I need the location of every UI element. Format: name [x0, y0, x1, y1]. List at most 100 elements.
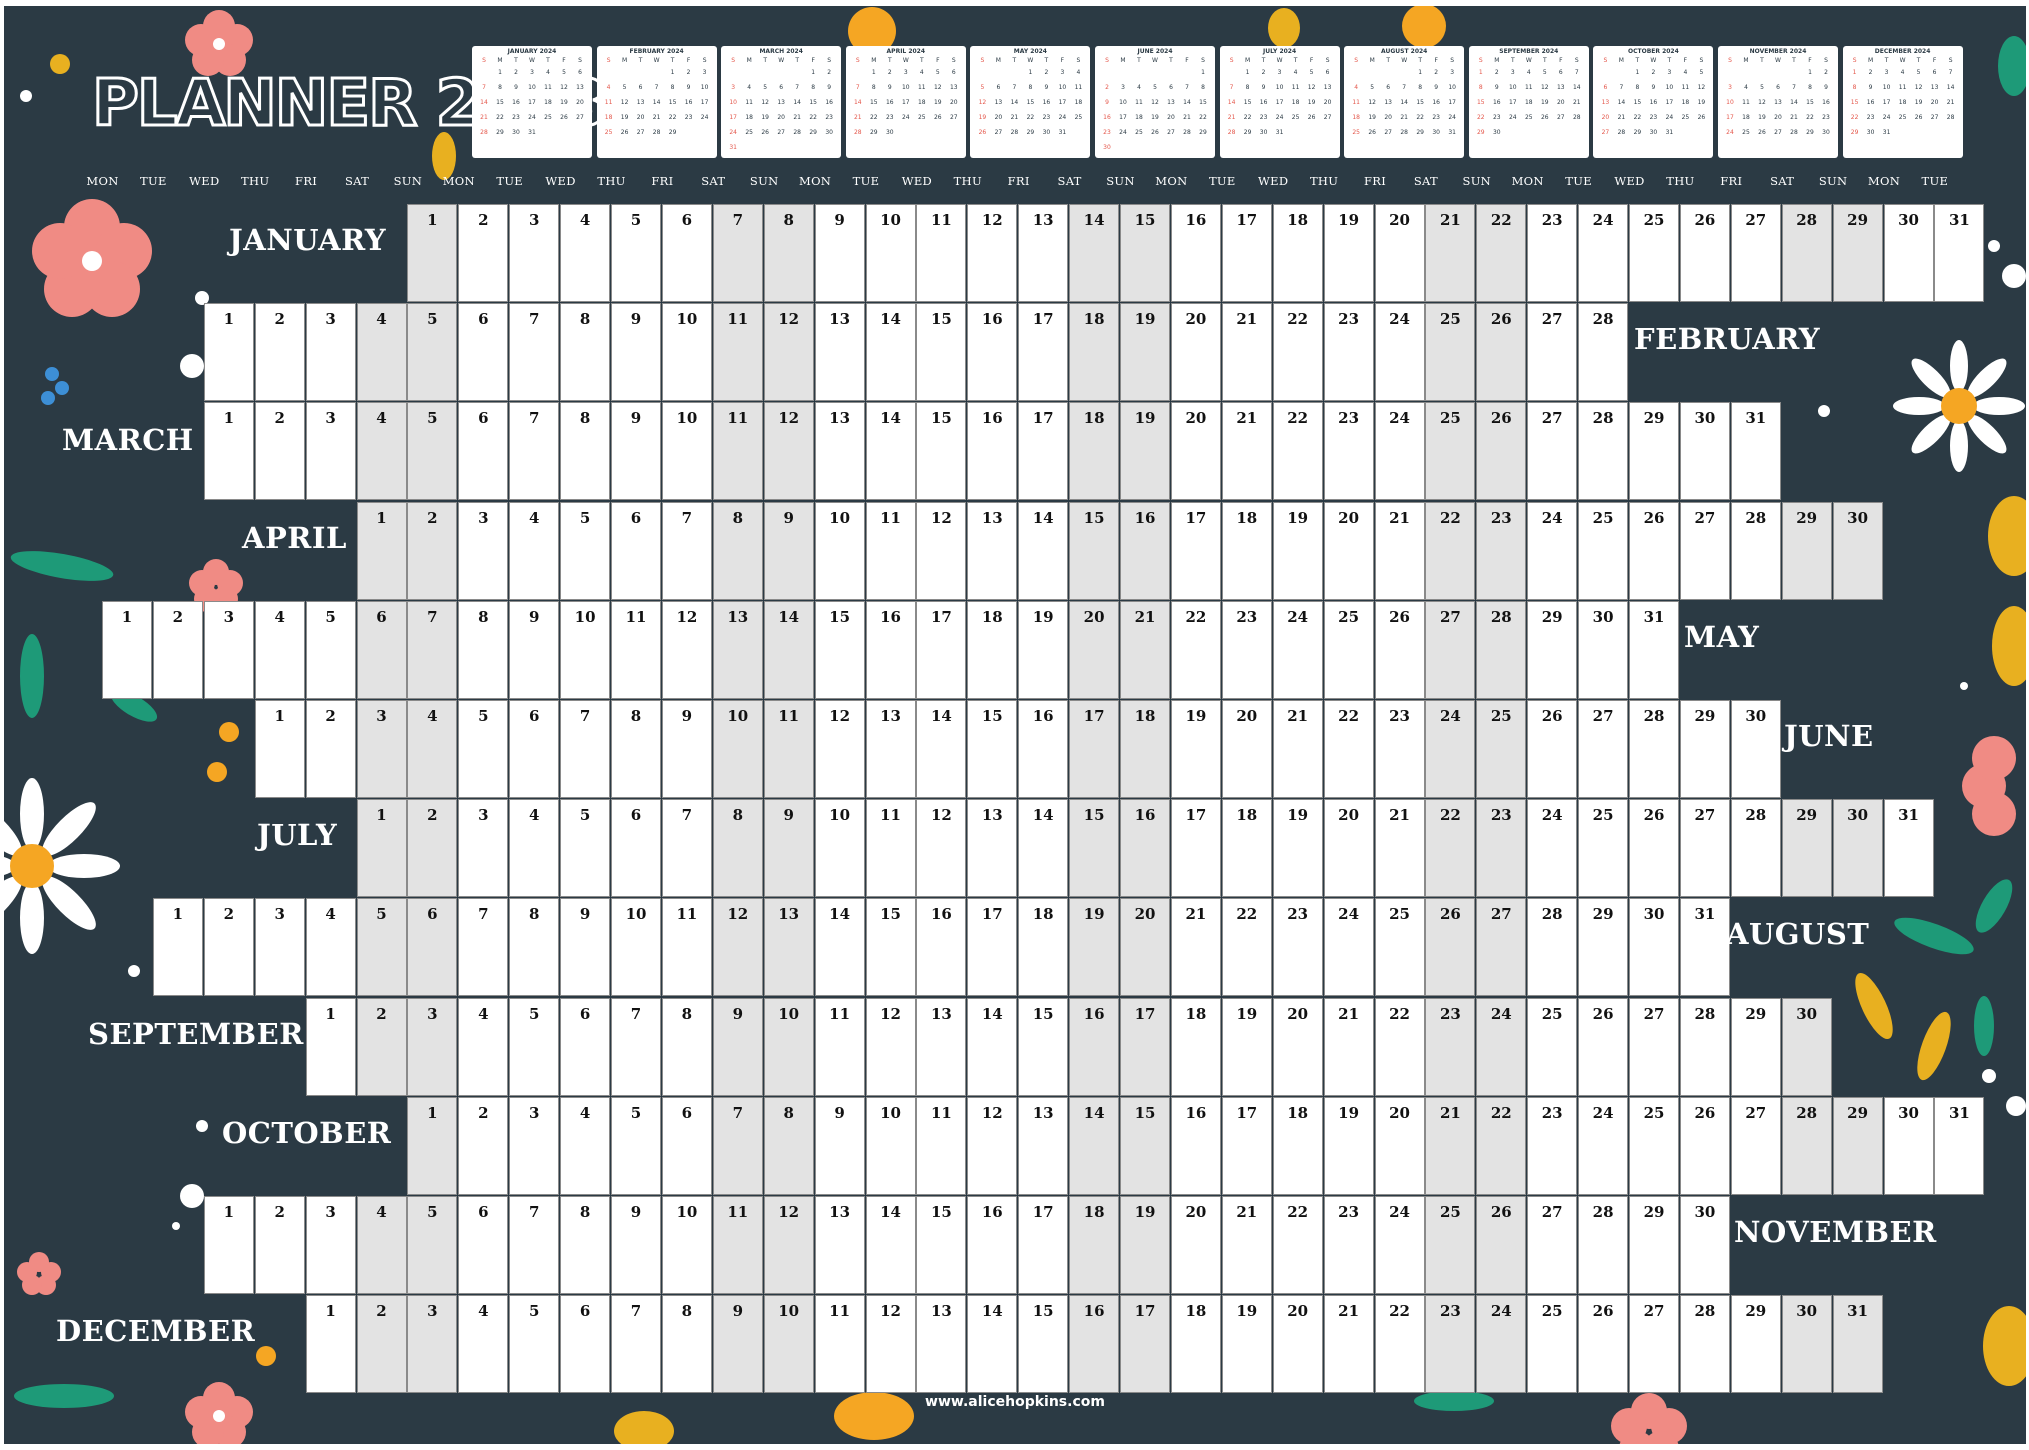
day-cell[interactable]: 14	[865, 303, 916, 402]
day-cell[interactable]: 3	[254, 898, 305, 997]
day-cell[interactable]: 18	[1069, 1196, 1120, 1294]
day-cell[interactable]: 9	[560, 898, 611, 997]
day-cell[interactable]: 9	[763, 501, 814, 600]
day-cell[interactable]: 4	[356, 303, 407, 402]
day-cell[interactable]: 30	[1832, 501, 1883, 600]
day-cell[interactable]: 6	[407, 898, 458, 997]
day-cell[interactable]: 20	[1170, 303, 1221, 402]
day-cell[interactable]: 19	[1018, 600, 1069, 699]
day-cell[interactable]: 3	[305, 402, 356, 501]
day-cell[interactable]: 8	[458, 600, 509, 699]
day-cell[interactable]: 10	[763, 1295, 814, 1394]
day-cell[interactable]: 10	[661, 402, 712, 501]
day-cell[interactable]: 20	[1323, 501, 1374, 600]
day-cell[interactable]: 4	[509, 501, 560, 600]
day-cell[interactable]: 27	[1476, 898, 1527, 997]
day-cell[interactable]: 5	[509, 1295, 560, 1394]
day-cell[interactable]: 24	[1272, 600, 1323, 699]
day-cell[interactable]: 26	[1476, 1196, 1527, 1294]
day-cell[interactable]: 23	[1323, 402, 1374, 501]
day-cell[interactable]: 13	[763, 898, 814, 997]
day-cell[interactable]: 6	[458, 1196, 509, 1294]
day-cell[interactable]: 5	[560, 501, 611, 600]
day-cell[interactable]: 12	[865, 1295, 916, 1394]
day-cell[interactable]: 30	[1730, 700, 1781, 798]
day-cell[interactable]: 27	[1578, 700, 1629, 798]
day-cell[interactable]: 21	[1120, 600, 1170, 699]
day-cell[interactable]: 2	[305, 700, 356, 798]
day-cell[interactable]: 18	[1170, 997, 1221, 1096]
day-cell[interactable]: 16	[1170, 204, 1221, 302]
day-cell[interactable]: 29	[1781, 799, 1832, 898]
day-cell[interactable]: 13	[916, 1295, 967, 1394]
day-cell[interactable]: 3	[458, 501, 509, 600]
day-cell[interactable]: 27	[1629, 997, 1679, 1096]
day-cell[interactable]: 24	[1323, 898, 1374, 997]
day-cell[interactable]: 25	[1323, 600, 1374, 699]
day-cell[interactable]: 21	[1374, 799, 1425, 898]
day-cell[interactable]: 14	[967, 1295, 1018, 1394]
day-cell[interactable]: 2	[254, 1196, 305, 1294]
day-cell[interactable]: 16	[967, 303, 1018, 402]
day-cell[interactable]: 12	[916, 501, 967, 600]
day-cell[interactable]: 30	[1679, 402, 1730, 501]
day-cell[interactable]: 11	[712, 1196, 763, 1294]
day-cell[interactable]: 23	[1476, 799, 1527, 898]
day-cell[interactable]: 15	[1069, 501, 1120, 600]
day-cell[interactable]: 23	[1425, 1295, 1476, 1394]
day-cell[interactable]: 23	[1527, 204, 1578, 302]
day-cell[interactable]: 29	[1832, 204, 1883, 302]
day-cell[interactable]: 27	[1730, 1096, 1781, 1195]
day-cell[interactable]: 2	[407, 501, 458, 600]
day-cell[interactable]: 25	[1425, 1196, 1476, 1294]
day-cell[interactable]: 28	[1679, 997, 1730, 1096]
day-cell[interactable]: 23	[1272, 898, 1323, 997]
day-cell[interactable]: 14	[967, 997, 1018, 1096]
day-cell[interactable]: 18	[1069, 303, 1120, 402]
day-cell[interactable]: 25	[1629, 1096, 1679, 1195]
day-cell[interactable]: 30	[1629, 898, 1679, 997]
day-cell[interactable]: 16	[967, 1196, 1018, 1294]
day-cell[interactable]: 18	[1221, 799, 1272, 898]
day-cell[interactable]: 3	[407, 1295, 458, 1394]
day-cell[interactable]: 27	[1527, 1196, 1578, 1294]
day-cell[interactable]: 25	[1425, 402, 1476, 501]
day-cell[interactable]: 16	[1120, 799, 1170, 898]
day-cell[interactable]: 4	[356, 402, 407, 501]
day-cell[interactable]: 27	[1679, 799, 1730, 898]
day-cell[interactable]: 10	[814, 799, 865, 898]
day-cell[interactable]: 23	[1374, 700, 1425, 798]
day-cell[interactable]: 3	[407, 997, 458, 1096]
day-cell[interactable]: 1	[305, 1295, 356, 1394]
day-cell[interactable]: 25	[1578, 501, 1629, 600]
day-cell[interactable]: 28	[1730, 501, 1781, 600]
day-cell[interactable]: 22	[1170, 600, 1221, 699]
day-cell[interactable]: 26	[1578, 1295, 1629, 1394]
day-cell[interactable]: 1	[254, 700, 305, 798]
day-cell[interactable]: 8	[763, 1096, 814, 1195]
day-cell[interactable]: 28	[1781, 1096, 1832, 1195]
day-cell[interactable]: 7	[661, 501, 712, 600]
day-cell[interactable]: 11	[611, 600, 661, 699]
day-cell[interactable]: 1	[356, 799, 407, 898]
day-cell[interactable]: 19	[1120, 1196, 1170, 1294]
day-cell[interactable]: 17	[1221, 1096, 1272, 1195]
day-cell[interactable]: 24	[1527, 799, 1578, 898]
day-cell[interactable]: 19	[1221, 1295, 1272, 1394]
day-cell[interactable]: 20	[1069, 600, 1120, 699]
day-cell[interactable]: 7	[661, 799, 712, 898]
day-cell[interactable]: 9	[611, 402, 661, 501]
day-cell[interactable]: 24	[1578, 204, 1629, 302]
day-cell[interactable]: 23	[1221, 600, 1272, 699]
day-cell[interactable]: 5	[407, 402, 458, 501]
day-cell[interactable]: 11	[814, 997, 865, 1096]
day-cell[interactable]: 21	[1374, 501, 1425, 600]
day-cell[interactable]: 5	[509, 997, 560, 1096]
day-cell[interactable]: 15	[916, 1196, 967, 1294]
day-cell[interactable]: 30	[1832, 799, 1883, 898]
day-cell[interactable]: 14	[1069, 204, 1120, 302]
day-cell[interactable]: 26	[1425, 898, 1476, 997]
day-cell[interactable]: 8	[560, 303, 611, 402]
day-cell[interactable]: 22	[1374, 1295, 1425, 1394]
day-cell[interactable]: 18	[1272, 204, 1323, 302]
